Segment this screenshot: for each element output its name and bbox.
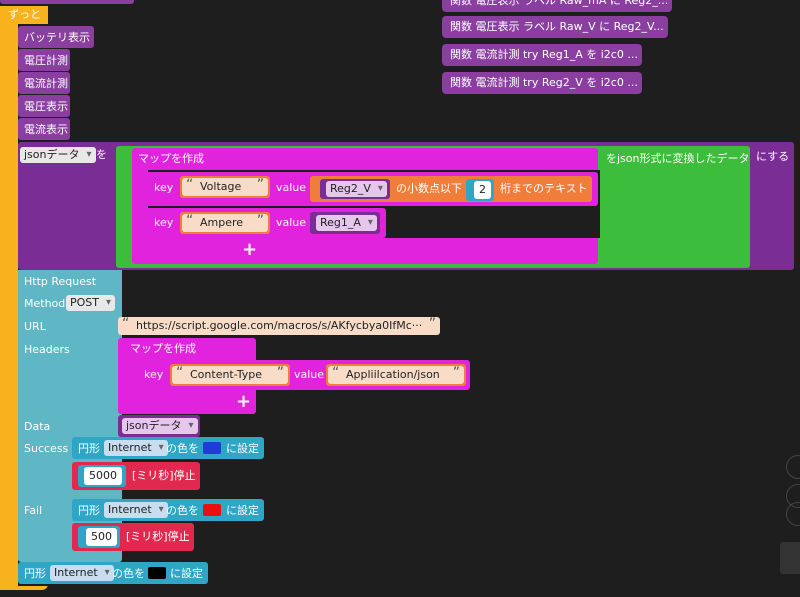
decimal-tail-label: 桁までのテキスト [500,182,588,195]
map-entry-value-label: value [276,216,307,229]
headers-value-label: value [294,368,325,381]
success-target-dropdown[interactable]: Internet [104,440,168,456]
decimal-places-input[interactable]: 2 [474,181,491,199]
map-entry-key-label: key [154,181,174,194]
final-shape-label: 円形 [24,567,46,580]
fail-wait-input[interactable]: 500 [86,528,117,546]
http-url-string[interactable]: “https://script.google.com/macros/s/AKfy… [118,316,440,335]
function-block-3[interactable]: 関数 電流計測 try Reg1_A を i2c0 ... [442,44,642,66]
final-target-dropdown[interactable]: Internet [50,565,114,581]
map-add-entry-button[interactable]: + [242,241,257,259]
call-current-display-label: 電流表示 [24,123,68,136]
voltage-string[interactable]: “Voltage” [182,177,268,196]
forever-loop-label: ずっと [8,8,41,21]
json-set-suffix: を [96,148,107,161]
success-wait-input[interactable]: 5000 [84,467,122,485]
http-success-label: Success [24,442,69,455]
json-convert-label: をjson形式に変換したデータ [606,152,750,165]
headers-map-label: マップを作成 [130,342,196,355]
fail-shape-label: 円形 [78,504,100,517]
http-method-dropdown[interactable]: POST [66,295,115,311]
call-voltage-display-label: 電圧表示 [24,100,68,113]
fail-target-dropdown[interactable]: Internet [104,502,168,518]
application-json-string[interactable]: “Appliilcation/json” [328,365,464,384]
map-create-label: マップを作成 [138,152,204,165]
fail-set-label: に設定 [226,504,259,517]
final-color-swatch[interactable] [148,567,166,579]
http-fail-label: Fail [24,504,43,517]
http-url-label: URL [24,320,46,333]
call-current-measure-label: 電流計測 [24,77,68,90]
json-set-tail: にする [756,150,790,163]
center-icon[interactable] [786,455,800,479]
zoom-out-icon[interactable] [786,502,800,526]
success-color-swatch[interactable] [203,442,221,454]
fail-wait-label: [ミリ秒]停止 [126,530,190,543]
http-request-title: Http Request [24,275,97,288]
reg2-variable-dropdown[interactable]: Reg2_V [326,181,387,197]
final-set-label: に設定 [170,567,203,580]
http-headers-label: Headers [24,343,70,356]
map-entry-value-label: value [276,181,307,194]
ampere-string[interactable]: “Ampere” [182,213,268,232]
data-variable-dropdown[interactable]: jsonデータ [122,418,198,434]
function-block-2[interactable]: 関数 電圧表示 ラベル Raw_V に Reg2_V... [442,16,668,38]
reg1-variable-dropdown[interactable]: Reg1_A [316,215,377,231]
call-battery-display-label: バッテリ表示 [24,31,90,44]
function-block-1[interactable]: 関数 電圧表示 ラベル Raw_mA に Reg2_... [442,0,672,12]
fail-color-label: の色を [166,504,199,517]
map-entry-key-label: key [154,216,174,229]
http-method-label: Method [24,297,66,310]
decimal-label: の小数点以下 [396,182,462,195]
success-shape-label: 円形 [78,442,100,455]
success-set-label: に設定 [226,442,259,455]
success-color-label: の色を [166,442,199,455]
fail-color-swatch[interactable] [203,504,221,516]
function-block-4[interactable]: 関数 電流計測 try Reg2_V を i2c0 ... [442,72,642,94]
headers-key-label: key [144,368,164,381]
partial-top-block[interactable] [0,0,134,4]
trash-icon[interactable] [780,542,800,574]
success-wait-label: [ミリ秒]停止 [132,469,196,482]
http-data-label: Data [24,420,51,433]
final-color-label: の色を [112,567,145,580]
headers-add-entry-button[interactable]: + [236,393,251,411]
json-variable-dropdown[interactable]: jsonデータ [20,147,96,163]
call-voltage-measure-label: 電圧計測 [24,54,68,67]
content-type-string[interactable]: “Content-Type” [172,365,288,384]
